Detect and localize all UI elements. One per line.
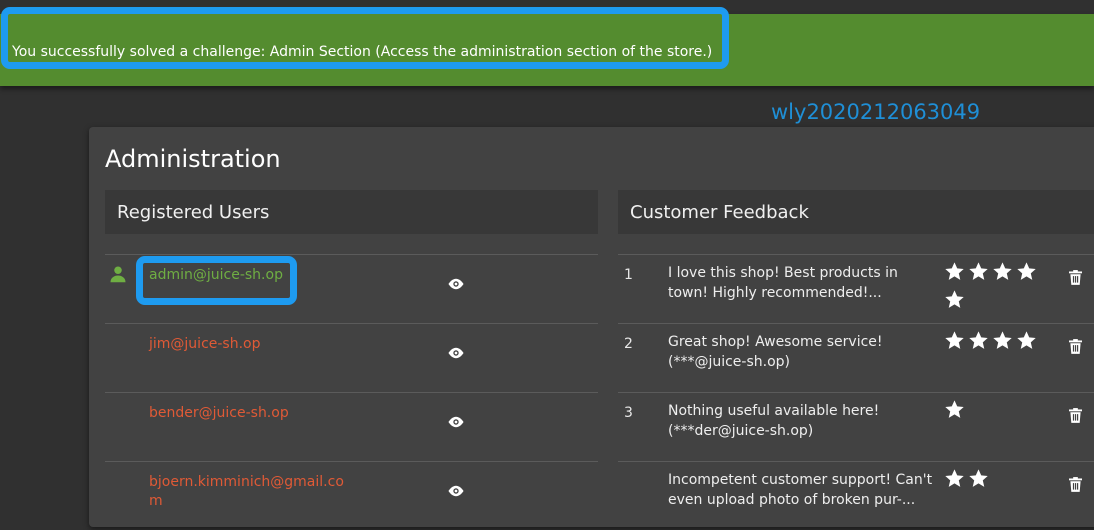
- eye-icon[interactable]: [447, 484, 465, 498]
- feedback-row: 1 I love this shop! Best products in tow…: [618, 254, 1094, 323]
- user-row[interactable]: bender@juice-sh.op: [105, 392, 598, 461]
- feedback-id: 2: [624, 336, 633, 352]
- star-icon: [945, 262, 964, 280]
- user-email[interactable]: jim@juice-sh.op: [149, 335, 354, 354]
- star-icon: [969, 262, 988, 280]
- banner-highlight-box: [1, 7, 729, 69]
- star-icon: [1017, 331, 1036, 349]
- feedback-id: 3: [624, 405, 633, 421]
- feedback-row: Incompetent customer support! Can't even…: [618, 461, 1094, 530]
- page-title: Administration: [105, 145, 281, 173]
- feedback-comment: I love this shop! Best products in town!…: [668, 265, 898, 301]
- feedback-comment: Incompetent customer support! Can't even…: [668, 472, 933, 508]
- trash-icon[interactable]: [1069, 339, 1082, 354]
- star-icon: [945, 331, 964, 349]
- user-row[interactable]: jim@juice-sh.op: [105, 323, 598, 392]
- eye-icon[interactable]: [447, 277, 465, 291]
- rating-stars: [944, 468, 1044, 496]
- administration-card: Administration Registered Users Customer…: [89, 127, 1094, 527]
- feedback-comment: Great shop! Awesome service! (***@juice-…: [668, 334, 883, 370]
- feedback-row: 3 Nothing useful available here! (***der…: [618, 392, 1094, 461]
- star-icon: [969, 469, 988, 487]
- star-icon: [969, 331, 988, 349]
- feedback-row: 2 Great shop! Awesome service! (***@juic…: [618, 323, 1094, 392]
- star-icon: [945, 290, 964, 308]
- star-icon: [1017, 262, 1036, 280]
- feedback-comment: Nothing useful available here! (***der@j…: [668, 403, 880, 439]
- rating-stars: [944, 261, 1044, 317]
- eye-icon[interactable]: [447, 415, 465, 429]
- watermark-text: wly2020212063049: [771, 100, 981, 124]
- star-icon: [993, 262, 1012, 280]
- user-email[interactable]: bjoern.kimminich@gmail.com: [149, 473, 354, 511]
- registered-users-header: Registered Users: [105, 190, 598, 234]
- trash-icon[interactable]: [1069, 408, 1082, 423]
- rating-stars: [944, 330, 1044, 358]
- user-row[interactable]: bjoern.kimminich@gmail.com: [105, 461, 598, 530]
- feedback-id: 1: [624, 267, 633, 283]
- admin-email-highlight-box: [136, 256, 297, 305]
- customer-feedback-header: Customer Feedback: [618, 190, 1094, 234]
- star-icon: [945, 469, 964, 487]
- trash-icon[interactable]: [1069, 270, 1082, 285]
- rating-stars: [944, 399, 1044, 427]
- star-icon: [993, 331, 1012, 349]
- eye-icon[interactable]: [447, 346, 465, 360]
- trash-icon[interactable]: [1069, 477, 1082, 492]
- person-icon: [110, 266, 126, 283]
- star-icon: [945, 400, 964, 418]
- user-email[interactable]: bender@juice-sh.op: [149, 404, 354, 423]
